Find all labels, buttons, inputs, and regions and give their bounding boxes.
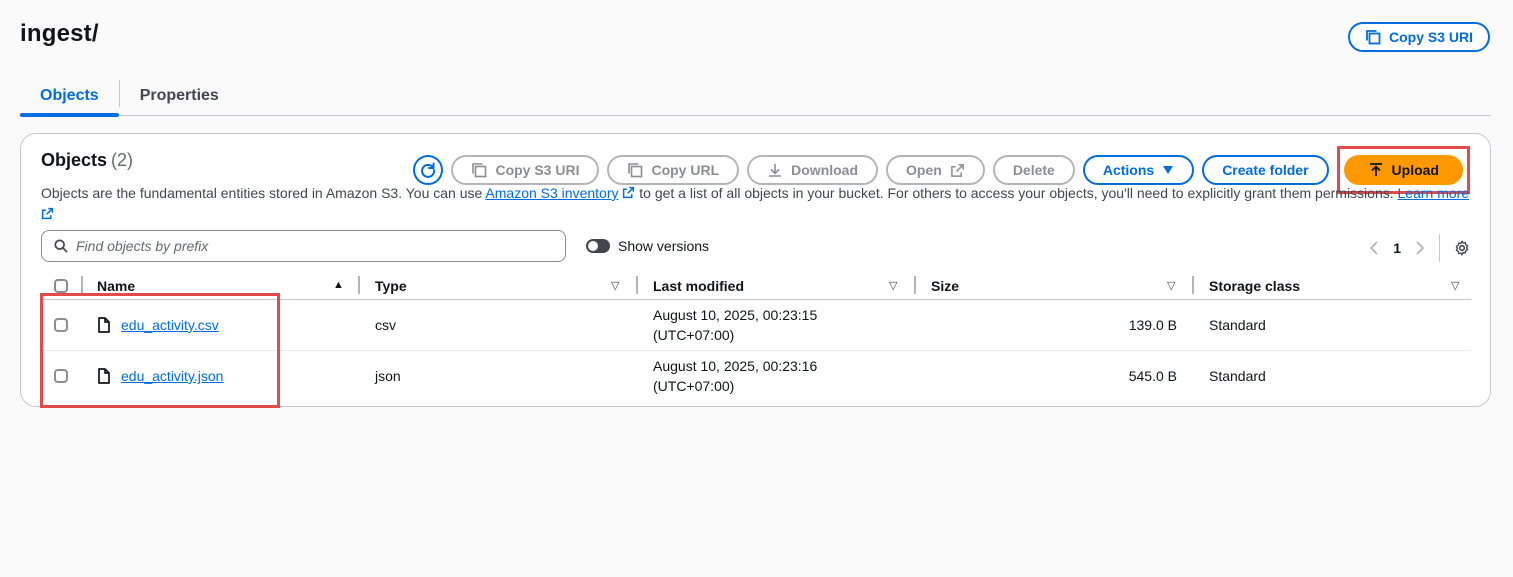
- external-link-icon: [950, 163, 964, 177]
- open-label: Open: [906, 162, 942, 178]
- select-all-checkbox[interactable]: [54, 279, 68, 293]
- pagination: 1: [1369, 234, 1470, 262]
- column-header-last-modified[interactable]: Last modified: [653, 275, 744, 297]
- download-label: Download: [791, 162, 859, 178]
- column-header-storage-class[interactable]: Storage class: [1209, 275, 1300, 297]
- open-button[interactable]: Open: [886, 155, 985, 185]
- actions-label: Actions: [1102, 162, 1155, 178]
- copy-s3-uri-label: Copy S3 URI: [495, 162, 580, 178]
- amazon-s3-inventory-link[interactable]: Amazon S3 inventory: [485, 185, 618, 201]
- tab-properties[interactable]: Properties: [120, 76, 239, 115]
- show-versions-toggle[interactable]: [586, 239, 610, 253]
- column-header-name[interactable]: Name: [97, 275, 135, 297]
- objects-container: Objects (2) Copy S3 URI Copy URL Downloa…: [20, 133, 1491, 408]
- last-modified-timezone: (UTC+07:00): [653, 327, 735, 343]
- last-modified-cell: August 10, 2025, 00:23:15 (UTC+07:00): [653, 300, 817, 350]
- storage-class-cell: Standard: [1209, 368, 1266, 384]
- search-icon: [54, 239, 68, 253]
- chevron-right-icon[interactable]: [1415, 241, 1425, 255]
- search-placeholder: Find objects by prefix: [76, 238, 209, 254]
- show-versions-label: Show versions: [618, 238, 710, 254]
- create-folder-label: Create folder: [1222, 162, 1309, 178]
- sort-icon[interactable]: ▽: [1451, 279, 1459, 292]
- pagination-divider: [1439, 234, 1440, 262]
- column-divider: [1192, 276, 1194, 294]
- create-folder-button[interactable]: Create folder: [1202, 155, 1329, 185]
- table-row: edu_activity.csv csv August 10, 2025, 00…: [41, 300, 1471, 351]
- table-header: Name ▲ Type ▽ Last modified ▽ Size ▽ Sto…: [41, 275, 1471, 300]
- upload-button[interactable]: Upload: [1343, 155, 1463, 185]
- refresh-icon: [421, 162, 436, 178]
- copy-s3-uri-button[interactable]: Copy S3 URI: [451, 155, 600, 185]
- show-versions-control: Show versions: [586, 238, 709, 254]
- row-checkbox[interactable]: [54, 318, 68, 332]
- copy-icon: [1366, 30, 1381, 45]
- file-icon: [98, 368, 110, 384]
- type-cell: json: [375, 368, 401, 384]
- upload-icon: [1369, 163, 1382, 176]
- sort-icon[interactable]: ▽: [611, 279, 619, 292]
- size-cell: 139.0 B: [1128, 317, 1177, 333]
- chevron-left-icon[interactable]: [1369, 241, 1379, 255]
- page-title: ingest/: [20, 20, 99, 47]
- objects-description: Objects are the fundamental entities sto…: [41, 183, 1471, 225]
- copy-url-button[interactable]: Copy URL: [607, 155, 740, 185]
- objects-heading: Objects (2): [41, 150, 133, 171]
- tab-objects[interactable]: Objects: [20, 76, 119, 117]
- select-all-cell: [54, 275, 68, 297]
- refresh-button[interactable]: [413, 155, 444, 185]
- search-input[interactable]: Find objects by prefix: [41, 230, 566, 262]
- table-row: edu_activity.json json August 10, 2025, …: [41, 351, 1471, 401]
- header-copy-s3-uri-button[interactable]: Copy S3 URI: [1348, 22, 1490, 52]
- object-name-link[interactable]: edu_activity.csv: [121, 317, 219, 333]
- name-cell: edu_activity.csv: [97, 300, 219, 350]
- last-modified-timezone: (UTC+07:00): [653, 378, 735, 394]
- file-icon: [98, 317, 110, 333]
- delete-button[interactable]: Delete: [992, 155, 1075, 185]
- sort-icon[interactable]: ▽: [1167, 279, 1175, 292]
- size-cell: 545.0 B: [1128, 368, 1177, 384]
- description-text-1: Objects are the fundamental entities sto…: [41, 185, 486, 201]
- header-copy-s3-uri-label: Copy S3 URI: [1388, 29, 1473, 45]
- column-header-size[interactable]: Size: [931, 275, 959, 297]
- column-header-type[interactable]: Type: [375, 275, 407, 297]
- copy-icon: [628, 163, 643, 178]
- copy-icon: [472, 163, 487, 178]
- column-divider: [914, 276, 916, 294]
- caret-down-icon: [1163, 166, 1174, 174]
- row-checkbox[interactable]: [54, 369, 68, 383]
- external-link-icon: [41, 207, 54, 220]
- column-divider: [81, 276, 83, 294]
- objects-count: (2): [111, 150, 134, 170]
- last-modified-date: August 10, 2025, 00:23:16: [653, 358, 818, 374]
- tab-bar: Objects Properties: [20, 76, 1491, 117]
- description-text-2: to get a list of all objects in your buc…: [635, 185, 1398, 201]
- page-number[interactable]: 1: [1393, 240, 1401, 256]
- row-select-cell: [54, 351, 68, 401]
- learn-more-link[interactable]: Learn more: [1398, 185, 1470, 201]
- name-cell: edu_activity.json: [97, 351, 223, 401]
- gear-icon[interactable]: [1454, 240, 1470, 256]
- last-modified-date: August 10, 2025, 00:23:15: [653, 307, 818, 323]
- external-link-icon: [623, 186, 635, 199]
- copy-url-label: Copy URL: [651, 162, 720, 178]
- s3-folder-page: ingest/ Copy S3 URI Objects Properties O…: [0, 0, 1513, 577]
- column-divider: [358, 276, 360, 294]
- upload-label: Upload: [1391, 162, 1439, 178]
- delete-label: Delete: [1012, 162, 1055, 178]
- sort-ascending-icon[interactable]: ▲: [333, 279, 344, 291]
- download-button[interactable]: Download: [747, 155, 879, 185]
- object-name-link[interactable]: edu_activity.json: [121, 368, 223, 384]
- objects-heading-title: Objects: [41, 150, 108, 170]
- last-modified-cell: August 10, 2025, 00:23:16 (UTC+07:00): [653, 351, 817, 401]
- download-icon: [769, 164, 782, 177]
- row-select-cell: [54, 300, 68, 350]
- sort-icon[interactable]: ▽: [889, 279, 897, 292]
- actions-dropdown-button[interactable]: Actions: [1082, 155, 1195, 185]
- type-cell: csv: [375, 317, 396, 333]
- column-divider: [636, 276, 638, 294]
- storage-class-cell: Standard: [1209, 317, 1266, 333]
